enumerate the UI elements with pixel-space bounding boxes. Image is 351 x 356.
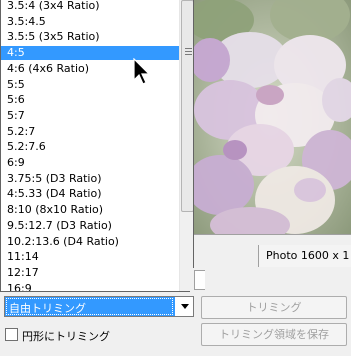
panel-tab[interactable] [194,270,205,290]
photo-preview[interactable] [190,0,351,234]
ratio-option[interactable]: 10.2:13.6 (D4 Ratio) [1,235,179,249]
aspect-ratio-list[interactable]: Letter RatioA,B,C Series (A4,B4,C4 Ratio… [0,0,194,292]
select-arrow-box[interactable] [175,297,193,316]
ratio-option[interactable]: 4:6 (4x6 Ratio) [1,62,179,76]
ratio-option[interactable]: 11:14 [1,250,179,264]
photo-image [190,0,351,234]
save-trim-region-button[interactable]: トリミング領域を保存 [201,323,347,346]
status-bar-left [190,245,258,267]
ratio-option[interactable]: 8:10 (8x10 Ratio) [1,203,179,217]
circle-trim-label: 円形にトリミング [22,330,110,343]
ratio-option[interactable]: 5:7 [1,109,179,123]
ratio-option[interactable]: 5.2:7 [1,125,179,139]
trim-button[interactable]: トリミング [201,296,347,319]
preview-border [190,234,351,244]
photo-size-status: Photo 1600 x 1 [258,245,351,267]
scroll-grip-line [185,51,192,52]
scroll-grip-line [185,48,192,49]
chevron-down-icon [181,304,189,309]
ratio-option[interactable]: 5:5 [1,78,179,92]
ratio-option[interactable]: 3.5:4.5 [1,15,179,29]
ratio-option[interactable]: 3.5:5 (3x5 Ratio) [1,30,179,44]
ratio-option[interactable]: 9.5:12.7 (D3 Ratio) [1,219,179,233]
ratio-option[interactable]: 3.5:4 (3x4 Ratio) [1,0,179,13]
circle-trim-checkbox[interactable] [5,328,18,341]
mouse-pointer-icon [133,58,151,85]
scroll-thumb[interactable] [181,0,193,212]
ratio-option[interactable]: 5:6 [1,93,179,107]
ratio-option[interactable]: 6:9 [1,156,179,170]
list-scrollbar[interactable] [179,0,193,291]
ratio-option[interactable]: 4:5.33 (D4 Ratio) [1,187,179,201]
crop-mode-select[interactable]: 自由トリミング [4,296,194,317]
panel-tab-strip [190,268,351,292]
ratio-option[interactable]: 12:17 [1,266,179,280]
ratio-option[interactable]: 4:5 [1,46,179,60]
ratio-option[interactable]: 3.75:5 (D3 Ratio) [1,172,179,186]
scroll-grip-line [185,54,192,55]
ratio-option[interactable]: 16:9 [1,282,179,291]
crop-mode-value: 自由トリミング [9,302,86,315]
ratio-option[interactable]: 5.2:7.6 [1,140,179,154]
